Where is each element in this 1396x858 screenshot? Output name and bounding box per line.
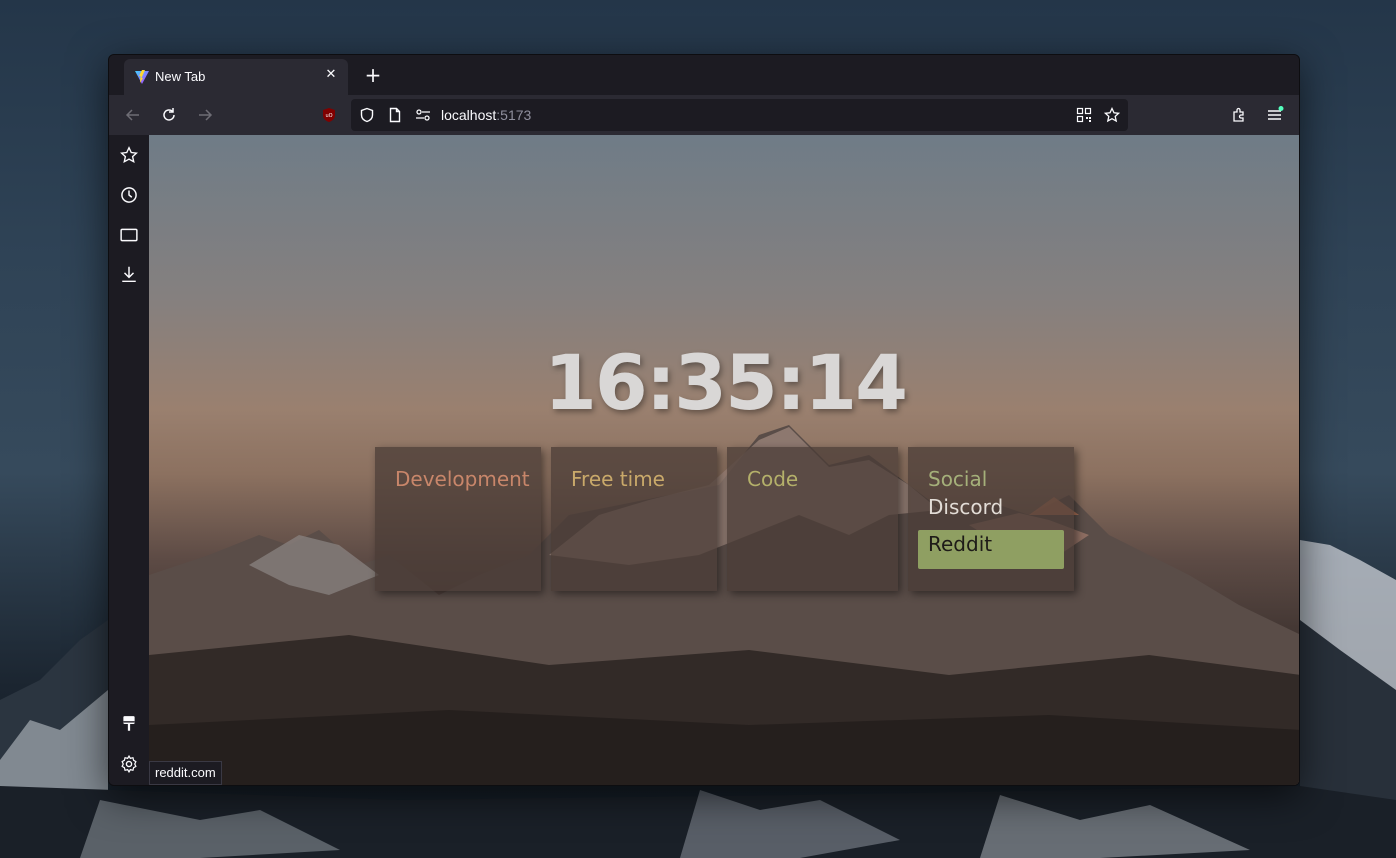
downloads-icon[interactable]: [119, 264, 139, 284]
customize-icon[interactable]: [119, 714, 139, 734]
card-code: Code: [727, 447, 898, 591]
nav-toolbar: uO localhost:5173: [109, 95, 1299, 135]
link-discord[interactable]: Discord: [928, 495, 1003, 519]
permissions-icon[interactable]: [413, 105, 433, 125]
url-host: localhost: [441, 107, 497, 123]
browser-window: New Tab ✕ + uO localhost:5173 16:35:14 D…: [108, 54, 1300, 786]
card-free-time: Free time: [551, 447, 717, 591]
tabs-icon[interactable]: [119, 225, 139, 245]
menu-icon[interactable]: [1265, 105, 1285, 125]
sidebar: [109, 135, 149, 785]
page-icon[interactable]: [385, 105, 405, 125]
bookmark-star-icon[interactable]: [1102, 105, 1122, 125]
card-title-code: Code: [747, 467, 799, 491]
page-content: 16:35:14 Development Free time Code Soci…: [149, 135, 1299, 785]
bookmarks-icon[interactable]: [119, 145, 139, 165]
new-tab-button[interactable]: +: [362, 64, 384, 86]
qr-code-icon[interactable]: [1074, 105, 1094, 125]
status-bar-url: reddit.com: [149, 761, 222, 785]
vite-logo-icon: [135, 70, 149, 84]
tab-new-tab[interactable]: New Tab ✕: [124, 59, 348, 95]
history-icon[interactable]: [119, 185, 139, 205]
clock: 16:35:14: [543, 338, 908, 427]
card-title-free-time: Free time: [571, 467, 665, 491]
ublock-icon[interactable]: uO: [319, 105, 339, 125]
tab-bar: New Tab ✕ +: [109, 55, 1299, 95]
svg-text:uO: uO: [325, 113, 332, 119]
back-icon[interactable]: [123, 105, 143, 125]
forward-icon[interactable]: [195, 105, 215, 125]
link-reddit[interactable]: Reddit: [918, 530, 1064, 569]
url-text[interactable]: localhost:5173: [441, 107, 531, 123]
shield-icon[interactable]: [357, 105, 377, 125]
url-port: :5173: [496, 107, 532, 123]
card-title-social: Social: [928, 467, 988, 491]
mountain-background-image: [149, 425, 1299, 785]
settings-icon[interactable]: [119, 754, 139, 774]
card-development: Development: [375, 447, 541, 591]
card-title-development: Development: [395, 467, 530, 491]
close-tab-icon[interactable]: ✕: [322, 66, 340, 84]
url-bar[interactable]: localhost:5173: [351, 99, 1128, 131]
reload-icon[interactable]: [159, 105, 179, 125]
tab-title: New Tab: [155, 69, 206, 84]
extensions-icon[interactable]: [1229, 105, 1249, 125]
card-social: Social Discord Reddit: [908, 447, 1074, 591]
